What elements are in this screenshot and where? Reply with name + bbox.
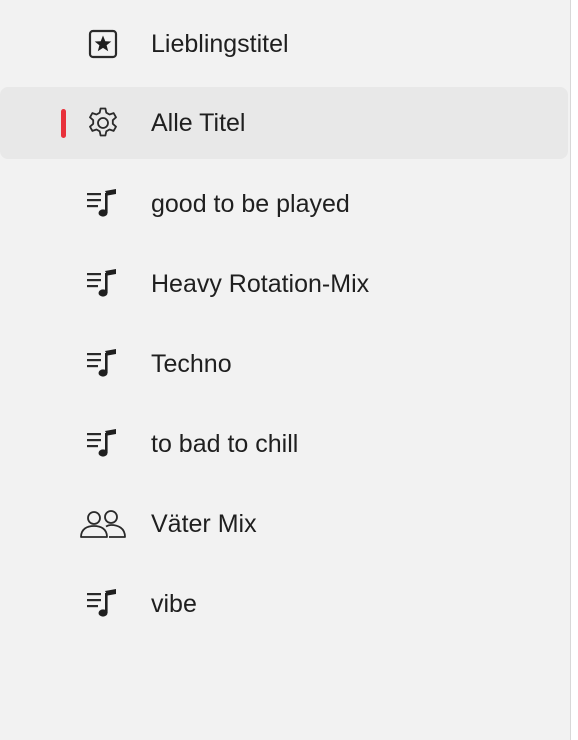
sidebar-item-label: Heavy Rotation-Mix (151, 270, 370, 298)
playlist-icon (78, 266, 128, 302)
sidebar-divider (570, 0, 578, 740)
sidebar-item-label: vibe (151, 590, 197, 618)
sidebar-item-label: good to be played (151, 190, 350, 218)
sidebar-item-label: Lieblingstitel (151, 30, 289, 58)
sidebar-item-label: Techno (151, 350, 232, 378)
people-icon (78, 506, 128, 542)
playlist-icon (78, 586, 128, 622)
sidebar-item-vaeter-mix[interactable]: Väter Mix (0, 488, 568, 560)
sidebar-item-vibe[interactable]: vibe (0, 568, 568, 640)
sidebar-item-good-to-be-played[interactable]: good to be played (0, 168, 568, 240)
sidebar-item-label: to bad to chill (151, 430, 299, 458)
playlist-icon (78, 186, 128, 222)
playlist-icon (78, 346, 128, 382)
sidebar-item-lieblingstitel[interactable]: Lieblingstitel (0, 8, 568, 80)
star-box-icon (78, 26, 128, 62)
playlist-icon (78, 426, 128, 462)
sidebar-item-techno[interactable]: Techno (0, 328, 568, 400)
selected-indicator (61, 109, 66, 138)
sidebar-item-to-bad-to-chill[interactable]: to bad to chill (0, 408, 568, 480)
sidebar-item-label: Väter Mix (151, 510, 257, 538)
gear-icon (78, 105, 128, 141)
sidebar: Lieblingstitel Alle Titel good to be pla… (0, 0, 578, 740)
sidebar-item-alle-titel[interactable]: Alle Titel (0, 87, 568, 159)
sidebar-item-label: Alle Titel (151, 109, 246, 137)
sidebar-item-heavy-rotation-mix[interactable]: Heavy Rotation-Mix (0, 248, 568, 320)
